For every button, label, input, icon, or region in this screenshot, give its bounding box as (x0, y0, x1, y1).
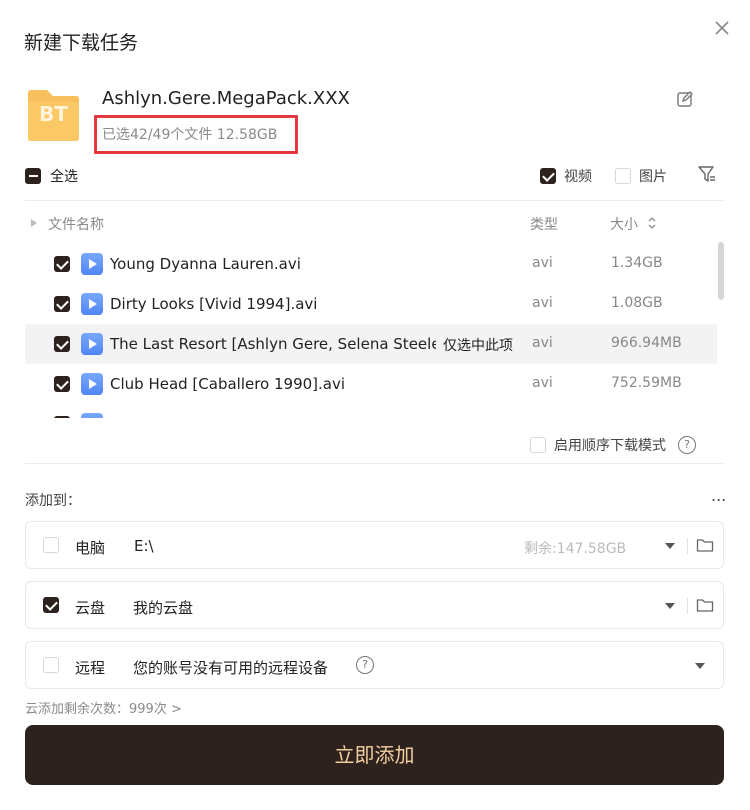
file-type: avi (532, 255, 553, 271)
video-file-icon (81, 293, 103, 315)
file-name: Dirty Looks [Vivid 1994].avi (110, 295, 318, 313)
select-all-toggle[interactable]: 全选 (25, 166, 78, 186)
pc-checkbox[interactable] (43, 537, 59, 553)
row-checkbox[interactable] (54, 416, 70, 418)
filter-image[interactable]: 图片 (615, 166, 667, 186)
add-now-button[interactable]: 立即添加 (25, 725, 724, 785)
sequential-download-toggle[interactable]: 启用顺序下载模式 ? (530, 435, 696, 455)
divider (25, 463, 724, 464)
selection-info: 已选42/49个文件 12.58GB (102, 127, 278, 143)
file-type: avi (532, 375, 553, 391)
help-icon[interactable]: ? (356, 656, 374, 674)
remote-label: 远程 (75, 659, 106, 677)
chevron-down-icon[interactable] (665, 543, 675, 549)
separator (687, 598, 688, 614)
cloud-checkbox[interactable] (43, 597, 59, 613)
bt-icon-label: BT (39, 102, 68, 126)
filter-video[interactable]: 视频 (540, 166, 592, 186)
cloud-path: 我的云盘 (133, 599, 194, 617)
file-size: 1.08GB (611, 295, 663, 311)
video-file-icon (81, 253, 103, 275)
sort-icon[interactable] (647, 215, 657, 231)
row-checkbox[interactable] (54, 336, 70, 352)
only-select-button[interactable]: 仅选中此项 (443, 335, 513, 355)
chevron-down-icon[interactable] (695, 663, 705, 669)
torrent-name: Ashlyn.Gere.MegaPack.XXX (102, 88, 350, 109)
close-icon[interactable] (712, 18, 732, 38)
expand-arrow-icon[interactable] (31, 219, 37, 227)
list-scrollbar[interactable] (718, 242, 724, 300)
remote-checkbox[interactable] (43, 657, 59, 673)
chevron-down-icon[interactable] (665, 603, 675, 609)
image-label: 图片 (639, 169, 667, 185)
file-type: avi (532, 335, 553, 351)
select-all-checkbox[interactable] (25, 168, 41, 184)
video-checkbox[interactable] (540, 168, 556, 184)
file-size: 1.34GB (611, 255, 663, 271)
destination-cloud[interactable]: 云盘 我的云盘 (25, 581, 724, 629)
destination-remote[interactable]: 远程 您的账号没有可用的远程设备 ? (25, 641, 724, 689)
pc-label: 电脑 (75, 539, 106, 557)
image-checkbox[interactable] (615, 168, 631, 184)
video-file-icon (81, 373, 103, 395)
more-options-button[interactable]: ... (711, 486, 726, 505)
table-row[interactable]: Dirty Looks [Vivid 1994].avi avi 1.08GB (25, 284, 717, 324)
folder-icon[interactable] (696, 536, 714, 554)
column-name[interactable]: 文件名称 (48, 214, 104, 234)
file-name: Young Dyanna Lauren.avi (110, 255, 301, 273)
select-all-label: 全选 (50, 169, 78, 185)
edit-icon[interactable] (676, 90, 694, 108)
destination-pc[interactable]: 电脑 E:\ 剩余:147.58GB (25, 521, 724, 569)
help-icon[interactable]: ? (678, 436, 696, 454)
video-file-icon (81, 333, 103, 355)
file-size: 966.94MB (611, 335, 682, 351)
row-checkbox[interactable] (54, 376, 70, 392)
dialog-title: 新建下载任务 (24, 32, 139, 54)
pc-path: E:\ (134, 537, 154, 555)
filter-icon[interactable] (697, 164, 717, 184)
separator (687, 538, 688, 554)
row-checkbox[interactable] (54, 256, 70, 272)
file-size: 752.59MB (611, 375, 682, 391)
add-to-label: 添加到： (25, 493, 81, 509)
file-name: The Last Resort [Ashlyn Gere, Selena Ste… (110, 335, 436, 353)
table-row[interactable]: Young Dyanna Lauren.avi avi 1.34GB (25, 244, 717, 284)
sequential-label: 启用顺序下载模式 (554, 438, 666, 454)
table-row[interactable]: Club Head [Caballero 1990].avi avi 752.5… (25, 364, 717, 404)
pc-remaining-space: 剩余:147.58GB (524, 541, 627, 557)
sequential-checkbox[interactable] (530, 437, 546, 453)
table-row[interactable]: The Last Resort [Ashlyn Gere, Selena Ste… (25, 324, 717, 364)
cloud-label: 云盘 (75, 599, 106, 617)
file-name: Club Head [Caballero 1990].avi (110, 375, 346, 393)
table-row[interactable] (25, 404, 717, 418)
folder-icon[interactable] (696, 596, 714, 614)
video-file-icon (81, 413, 103, 418)
video-label: 视频 (564, 169, 592, 185)
cloud-add-remaining[interactable]: 云添加剩余次数：999次 > (25, 698, 182, 717)
column-size[interactable]: 大小 (610, 214, 638, 234)
column-type[interactable]: 类型 (530, 214, 558, 234)
remote-path: 您的账号没有可用的远程设备 (133, 659, 329, 677)
file-type: avi (532, 295, 553, 311)
row-checkbox[interactable] (54, 296, 70, 312)
divider (25, 200, 724, 201)
file-list: Young Dyanna Lauren.avi avi 1.34GB Dirty… (25, 244, 717, 418)
